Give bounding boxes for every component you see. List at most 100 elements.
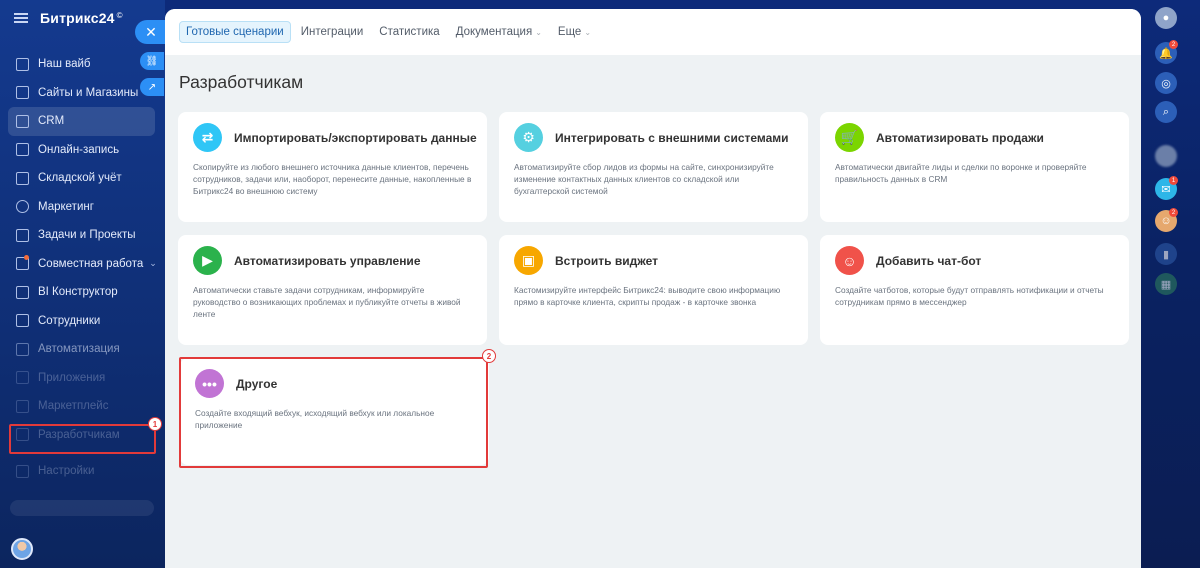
calendar-icon [16, 143, 29, 157]
card-title: Импортировать/экспортировать данные [234, 131, 477, 145]
avatar-badge: 2 [1169, 208, 1178, 217]
sidebar-item-label: Настройки [38, 465, 95, 478]
card-title: Добавить чат-бот [876, 254, 982, 268]
sidebar-item-label: BI Конструктор [38, 286, 118, 299]
marketplace-icon [16, 399, 29, 413]
play-icon: ▶ [193, 246, 222, 275]
card-title: Автоматизировать продажи [876, 131, 1044, 145]
logo-mark: © [116, 10, 123, 20]
profile-icon[interactable]: ● [1155, 7, 1177, 29]
blurred-avatar[interactable] [1155, 145, 1177, 167]
chevron-down-icon: ⌄ [535, 27, 542, 37]
other-highlight-box [179, 357, 488, 468]
sidebar-item-label: CRM [38, 115, 65, 128]
card-description: Автоматически двигайте лиды и сделки по … [835, 162, 1087, 185]
sidebar-item-label: Автоматизация [38, 343, 120, 356]
card-title: Интегрировать с внешними системами [555, 131, 789, 145]
sidebar-item-bi-builder[interactable]: BI Конструктор [0, 278, 165, 307]
tab-more[interactable]: Еще ⌄ [558, 26, 591, 38]
card-import-export[interactable]: ⇄ Импортировать/экспортировать данные Ск… [178, 112, 487, 222]
home-icon [16, 57, 29, 71]
close-slider-button[interactable]: ✕ [135, 20, 167, 44]
sidebar-item-label: Наш вайб [38, 58, 91, 71]
sidebar-item-crm[interactable]: CRM [8, 107, 155, 136]
sidebar-item-marketing[interactable]: Маркетинг [0, 193, 165, 222]
sidebar-item-automation[interactable]: Автоматизация [0, 335, 165, 364]
marketing-icon [16, 200, 29, 214]
cart-icon [16, 86, 29, 100]
open-new-window-icon[interactable]: ↗ [140, 78, 164, 96]
sidebar-item-settings[interactable]: Настройки [0, 457, 165, 486]
sidebar-item-label: Маркетплейс [38, 400, 109, 413]
logo-row: Битрикс24 © [14, 9, 123, 27]
sidebar-item-online-booking[interactable]: Онлайн-запись [0, 136, 165, 165]
hamburger-menu-icon[interactable] [14, 13, 28, 23]
sidebar-item-label: Маркетинг [38, 200, 94, 213]
step-marker-1: 1 [148, 417, 162, 431]
chevron-down-icon[interactable]: ⌄ [149, 258, 157, 269]
employees-icon [16, 314, 29, 328]
card-automate-sales[interactable]: 🛒 Автоматизировать продажи Автоматически… [820, 112, 1129, 222]
arrows-exchange-icon: ⇄ [193, 123, 222, 152]
checkbox-icon [16, 228, 29, 242]
bookmark-icon[interactable]: ▮ [1155, 243, 1177, 265]
card-integrate-external[interactable]: ⚙ Интегрировать с внешними системами Авт… [499, 112, 808, 222]
sidebar-footer-bar [10, 500, 154, 516]
automation-icon [16, 342, 29, 356]
page-title: Разработчикам [179, 72, 304, 92]
developers-highlight-box [9, 424, 156, 454]
card-title: Встроить виджет [555, 254, 658, 268]
sidebar-item-warehouse[interactable]: Складской учёт [0, 164, 165, 193]
notifications-badge: 2 [1169, 40, 1178, 49]
tab-documentation[interactable]: Документация ⌄ [456, 26, 542, 38]
bot-icon: ☺ [835, 246, 864, 275]
card-title: Автоматизировать управление [234, 254, 421, 268]
chevron-down-icon: ⌄ [584, 27, 592, 37]
card-embed-widget[interactable]: ▣ Встроить виджет Кастомизируйте интерфе… [499, 235, 808, 345]
sidebar-item-tasks[interactable]: Задачи и Проекты [0, 221, 165, 250]
search-icon[interactable]: ⌕ [1155, 101, 1177, 123]
sidebar-item-label: Складской учёт [38, 172, 122, 185]
sidebar-item-collaboration[interactable]: Совместная работа ⌄ [0, 250, 165, 279]
grid-app-icon[interactable]: ▦ [1155, 273, 1177, 295]
sidebar-item-label: Сотрудники [38, 314, 101, 327]
widget-icon: ▣ [514, 246, 543, 275]
card-description: Кастомизируйте интерфейс Битрикс24: выво… [514, 285, 781, 308]
cart-icon: 🛒 [835, 123, 864, 152]
bar-chart-icon [16, 285, 29, 299]
warehouse-icon [16, 171, 29, 185]
card-description: Автоматизируйте сбор лидов из формы на с… [514, 162, 774, 197]
sidebar-item-label: Приложения [38, 371, 106, 384]
step-marker-2: 2 [482, 349, 496, 363]
top-tabs-bar: Готовые сценарии Интеграции Статистика Д… [165, 9, 1141, 55]
card-automate-management[interactable]: ▶ Автоматизировать управление Автоматиче… [178, 235, 487, 345]
card-description: Скопируйте из любого внешнего источника … [193, 162, 472, 197]
copilot-icon[interactable]: ◎ [1155, 72, 1177, 94]
tab-label: Еще [557, 26, 582, 38]
tab-statistics[interactable]: Статистика [379, 26, 439, 38]
sidebar-item-label: Онлайн-запись [38, 143, 120, 156]
card-add-chatbot[interactable]: ☺ Добавить чат-бот Создайте чатботов, ко… [820, 235, 1129, 345]
card-description: Автоматически ставьте задачи сотрудникам… [193, 285, 461, 320]
gear-icon [16, 464, 29, 478]
notification-dot [24, 254, 29, 260]
crm-icon [16, 114, 29, 128]
card-description: Создайте чатботов, которые будут отправл… [835, 285, 1104, 308]
user-avatar[interactable] [11, 538, 33, 560]
sidebar-menu: Наш вайб Сайты и Магазины CRM Онлайн-зап… [0, 50, 165, 486]
tab-ready-scenarios[interactable]: Готовые сценарии [179, 21, 291, 43]
copy-link-icon[interactable]: ⛓ [140, 52, 164, 70]
sidebar-item-label: Задачи и Проекты [38, 229, 136, 242]
sidebar-item-marketplace[interactable]: Маркетплейс [0, 392, 165, 421]
developers-panel: Готовые сценарии Интеграции Статистика Д… [165, 9, 1141, 568]
sidebar-item-label: Совместная работа [38, 257, 144, 270]
gears-icon: ⚙ [514, 123, 543, 152]
chat-badge: 1 [1169, 176, 1178, 185]
tab-integrations[interactable]: Интеграции [301, 26, 364, 38]
apps-icon [16, 371, 29, 385]
tab-label: Документация [455, 26, 533, 38]
sidebar-item-label: Сайты и Магазины [38, 86, 139, 99]
sidebar-item-applications[interactable]: Приложения [0, 364, 165, 393]
app-logo[interactable]: Битрикс24 [40, 10, 115, 26]
sidebar-item-employees[interactable]: Сотрудники [0, 307, 165, 336]
